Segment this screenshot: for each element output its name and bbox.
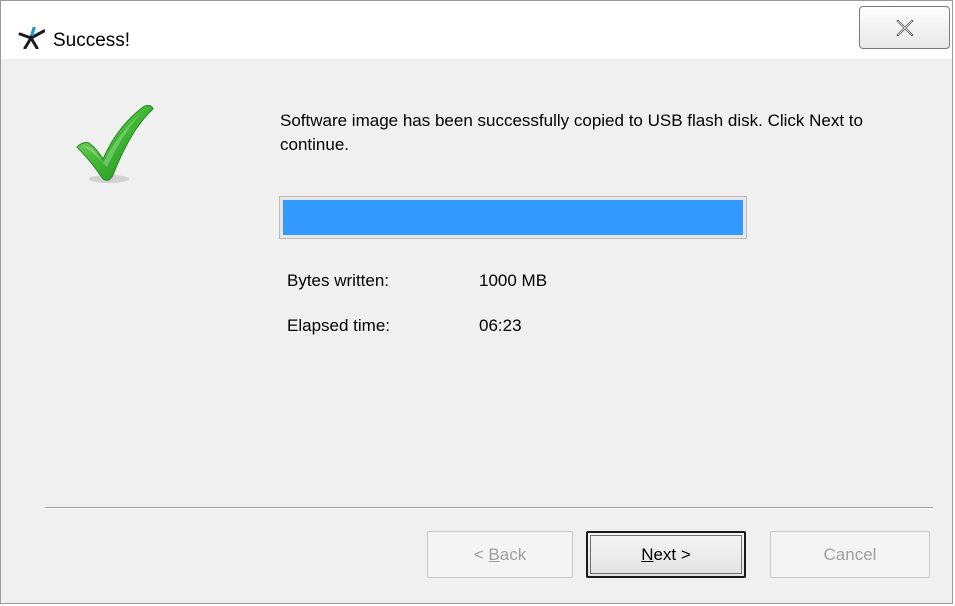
progress-fill bbox=[283, 200, 743, 235]
bytes-written-value: 1000 MB bbox=[479, 271, 548, 290]
window-title: Success! bbox=[53, 30, 131, 51]
back-button-mnemonic: B bbox=[488, 544, 500, 564]
next-button[interactable]: Next > bbox=[586, 531, 746, 578]
wizard-dialog: Success! Software image has been success… bbox=[0, 0, 953, 604]
status-message: Software image has been successfully cop… bbox=[280, 111, 863, 154]
back-button-prefix: < bbox=[473, 544, 489, 564]
dialog-content: Software image has been successfully cop… bbox=[1, 59, 952, 603]
next-button-label: ext > bbox=[653, 544, 691, 564]
button-area-divider bbox=[45, 507, 933, 509]
close-icon bbox=[895, 19, 914, 36]
back-button[interactable]: < Back bbox=[427, 531, 573, 578]
elapsed-time-label: Elapsed time: bbox=[287, 316, 390, 335]
close-button[interactable] bbox=[859, 6, 950, 49]
success-checkmark-icon bbox=[76, 104, 154, 183]
cancel-button[interactable]: Cancel bbox=[770, 531, 930, 578]
title-bar[interactable]: Success! bbox=[1, 1, 952, 59]
back-button-label: ack bbox=[499, 544, 527, 564]
next-button-mnemonic: N bbox=[641, 544, 654, 564]
elapsed-time-value: 06:23 bbox=[479, 316, 522, 335]
app-star-icon bbox=[18, 27, 45, 49]
bytes-written-label: Bytes written: bbox=[287, 271, 390, 290]
progress-bar bbox=[279, 196, 747, 239]
